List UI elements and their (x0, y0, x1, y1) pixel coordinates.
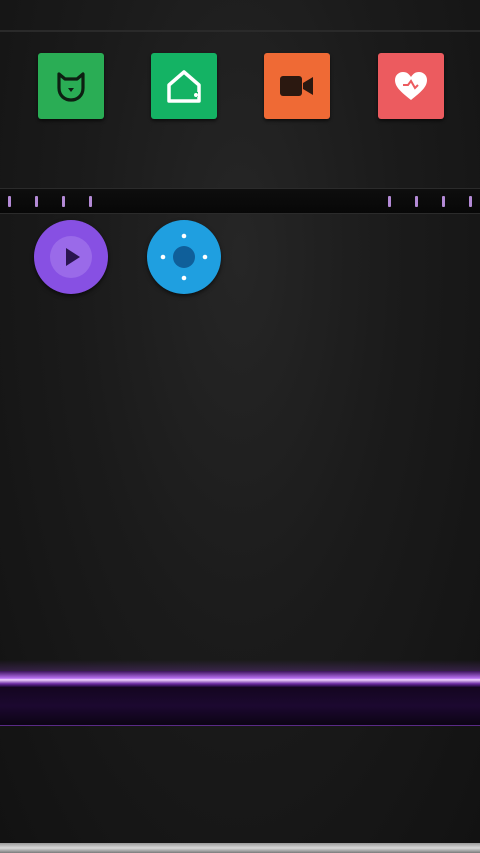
video-player-app-icon[interactable] (34, 220, 108, 294)
health-app-icon[interactable] (378, 53, 444, 119)
remote-control-icon (160, 233, 208, 281)
indicator-tick (62, 196, 65, 207)
video-camera-icon (280, 76, 313, 96)
play-icon (50, 236, 92, 278)
neon-line (0, 671, 480, 687)
indicator-tick (442, 196, 445, 207)
video-app-icon[interactable] (264, 53, 330, 119)
indicator-tick (415, 196, 418, 207)
smart-home-app-icon[interactable] (151, 53, 217, 119)
indicator-tick (89, 196, 92, 207)
mi-home-cat-icon (57, 72, 85, 102)
navigation-bar (0, 843, 480, 853)
heart-icon (395, 72, 427, 100)
indicator-tick (35, 196, 38, 207)
indicator-tick (469, 196, 472, 207)
home-screen (0, 0, 480, 853)
indicator-tick (388, 196, 391, 207)
indicator-tick (8, 196, 11, 207)
mi-home-app-icon[interactable] (38, 53, 104, 119)
neon-band (0, 687, 480, 726)
remote-app-icon[interactable] (147, 220, 221, 294)
page-indicator-bar (0, 188, 480, 214)
smart-home-icon (167, 70, 201, 103)
status-divider (0, 30, 480, 32)
